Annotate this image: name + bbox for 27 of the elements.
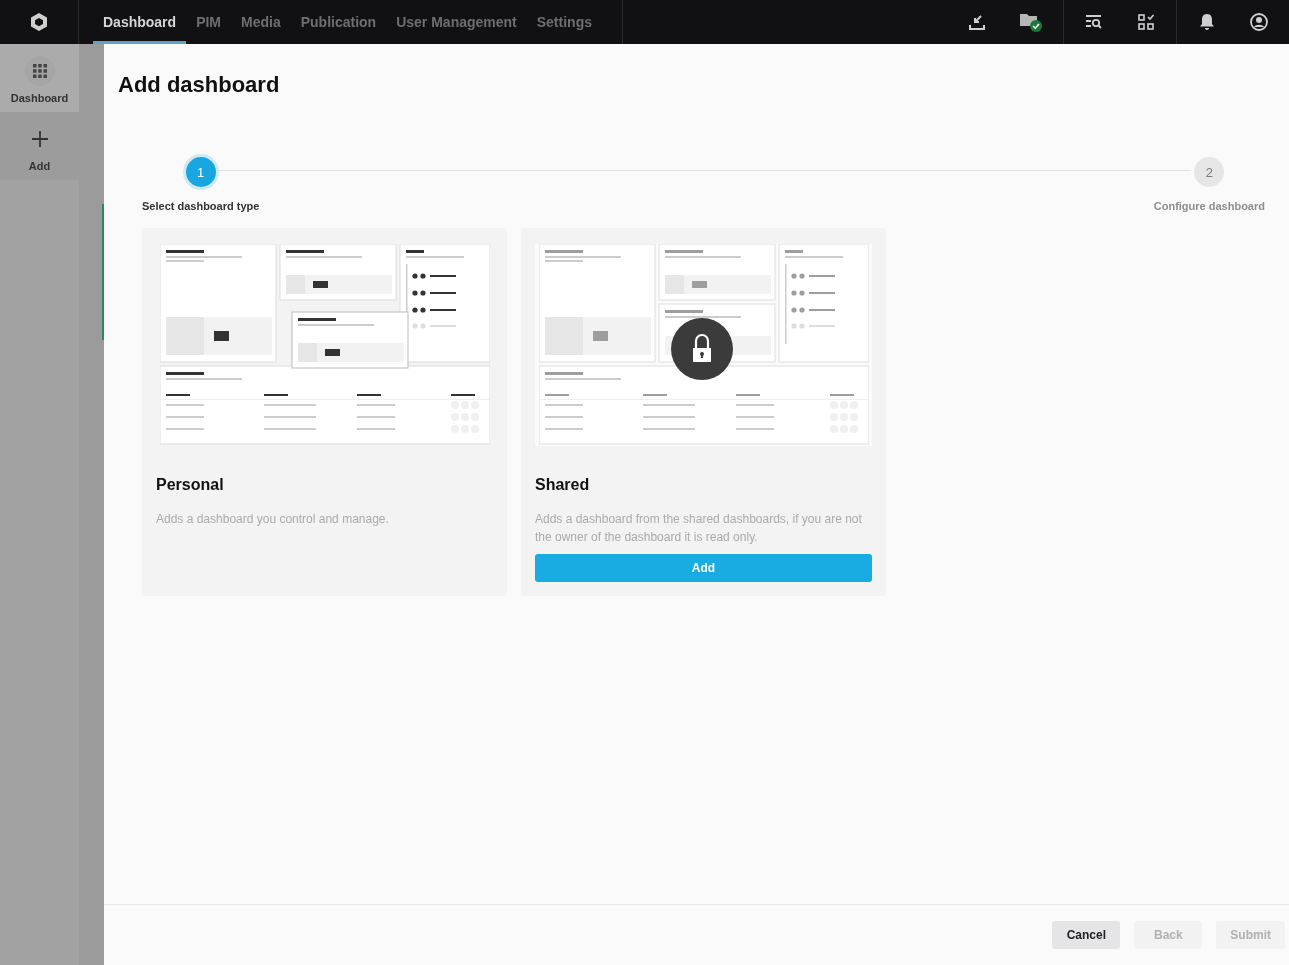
- footer-button[interactable]: Cancel: [1052, 921, 1121, 949]
- grid-check-icon[interactable]: [1136, 12, 1156, 32]
- step-label: Configure dashboard: [1153, 200, 1265, 212]
- folder-check-icon[interactable]: [1019, 11, 1043, 33]
- page-title: Add dashboard: [118, 72, 281, 98]
- nav-tab[interactable]: User Management: [386, 0, 527, 44]
- logo-icon[interactable]: [29, 12, 49, 32]
- sidebar-item[interactable]: Dashboard: [0, 44, 79, 112]
- card-title: Personal: [156, 476, 225, 494]
- dashboard-type-card[interactable]: Personal Adds a dashboard you control and manage.: [142, 228, 507, 596]
- card-title: Shared: [535, 476, 591, 494]
- sidebar-item[interactable]: Add: [0, 112, 79, 180]
- nav-tab[interactable]: PIM: [186, 0, 231, 44]
- card-description: Adds a dashboard you control and manage.: [156, 511, 390, 528]
- grid-icon: [32, 64, 47, 78]
- download-icon[interactable]: [967, 12, 987, 32]
- step-label: Select dashboard type: [142, 200, 260, 212]
- card-description: Adds a dashboard from the shared dashboards, if you are not the owner of the dashboard it is read only.: [535, 511, 863, 546]
- bell-icon[interactable]: [1197, 12, 1217, 32]
- user-icon[interactable]: [1249, 12, 1269, 32]
- step-number: 1: [182, 154, 219, 190]
- nav-tab[interactable]: Media: [231, 0, 291, 44]
- nav-tab[interactable]: Settings: [526, 0, 602, 44]
- dashboard-type-card[interactable]: Shared Adds a dashboard from the shared dashboards, if you are not the owner of the dashboard it is read only. Add: [521, 228, 886, 596]
- nav-tab[interactable]: Publication: [290, 0, 387, 44]
- plus-icon: [30, 130, 49, 148]
- add-button[interactable]: Add: [535, 554, 872, 582]
